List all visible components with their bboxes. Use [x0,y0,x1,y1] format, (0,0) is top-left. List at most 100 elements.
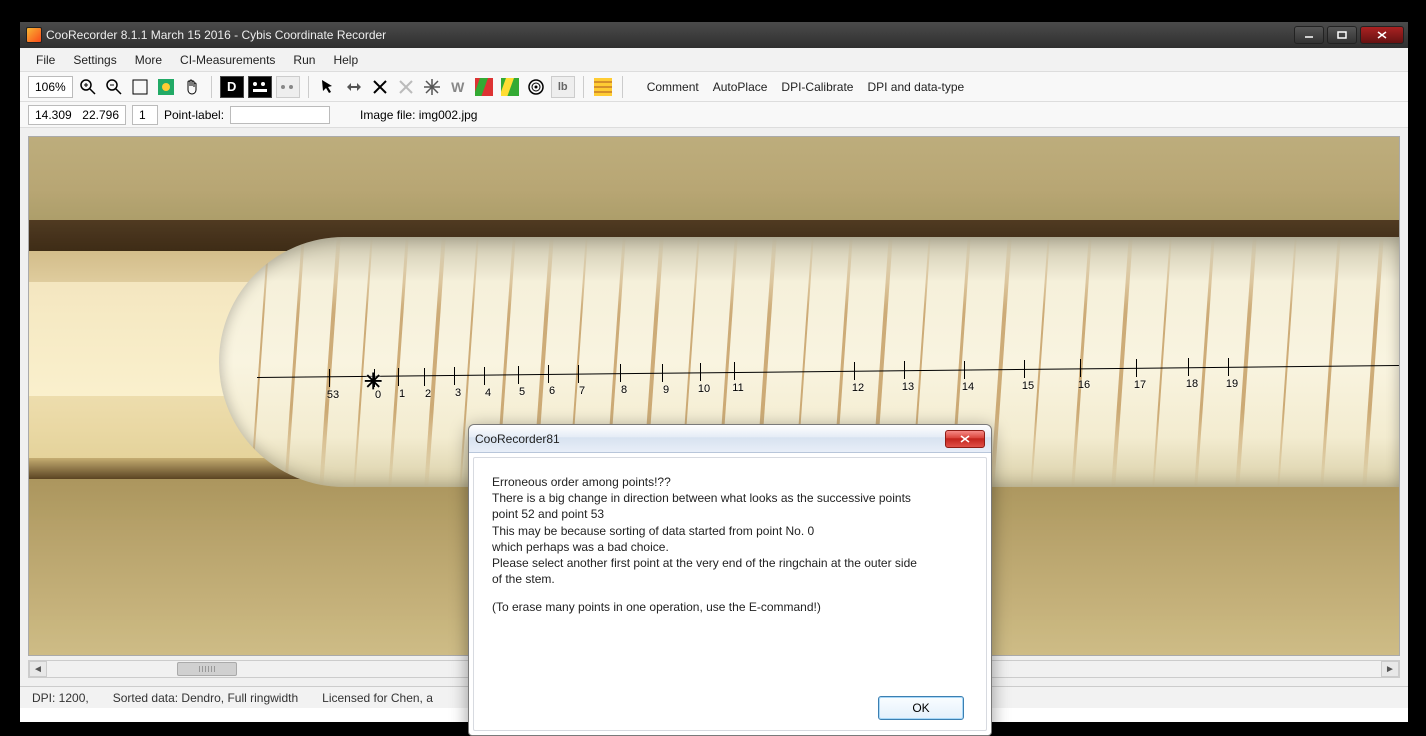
tick-label: 3 [455,387,461,399]
menu-help[interactable]: Help [333,53,358,67]
tick-label: 11 [732,382,743,394]
coord-y: 22.796 [82,108,119,122]
image-file-label: Image file: img002.jpg [360,108,477,122]
dialog-title: CooRecorder81 [475,432,560,446]
tick-label: 15 [1022,380,1034,392]
delete-point-grey-icon[interactable] [395,76,417,98]
tick [548,365,549,383]
target-icon[interactable] [525,76,547,98]
dialog-line: of the stem. [492,571,968,587]
tick-label: 18 [1186,378,1198,390]
point-number: 1 [132,105,158,125]
tick-label: 19 [1226,378,1238,390]
cmd-dpi-datatype[interactable]: DPI and data-type [867,80,964,94]
menubar: File Settings More CI-Measurements Run H… [20,48,1408,72]
stripe-yellow-icon[interactable] [499,76,521,98]
menu-settings[interactable]: Settings [73,53,116,67]
tick-label: 8 [621,384,627,396]
tick [964,361,965,379]
dialog-ok-button[interactable]: OK [878,696,964,720]
fit-window-icon[interactable] [129,76,151,98]
maximize-button[interactable] [1327,26,1357,44]
minimize-button[interactable] [1294,26,1324,44]
zoom-level[interactable]: 106% [28,76,73,98]
tick-label: 16 [1078,379,1090,391]
toolbar-text-commands: Comment AutoPlace DPI-Calibrate DPI and … [647,80,964,94]
tick [1024,360,1025,378]
cmd-comment[interactable]: Comment [647,80,699,94]
app-window: CooRecorder 8.1.1 March 15 2016 - Cybis … [20,22,1408,722]
tick-label: 12 [852,382,864,394]
dialog-line: (To erase many points in one operation, … [492,599,968,615]
zoom-out-icon[interactable] [103,76,125,98]
stripe-green-icon[interactable] [473,76,495,98]
tick [854,362,855,380]
delete-point-icon[interactable] [369,76,391,98]
status-license: Licensed for Chen, a [322,691,433,705]
menu-file[interactable]: File [36,53,55,67]
tick [734,362,735,380]
titlebar: CooRecorder 8.1.1 March 15 2016 - Cybis … [20,22,1408,48]
tick-label: 9 [663,384,669,396]
tick [329,369,330,387]
tick [454,367,455,385]
error-dialog: CooRecorder81 Erroneous order among poin… [468,424,992,736]
dialog-line: There is a big change in direction betwe… [492,490,968,506]
dialog-line: point 52 and point 53 [492,506,968,522]
w-tool-icon[interactable]: W [447,76,469,98]
dialog-body: Erroneous order among points!?? There is… [473,457,987,731]
hand-tool-icon[interactable] [181,76,203,98]
tick [620,364,621,382]
scroll-right-button[interactable]: ► [1381,661,1399,677]
tick [1080,359,1081,377]
color-tool-icon[interactable] [155,76,177,98]
image-file-name: img002.jpg [419,108,478,122]
close-button[interactable] [1360,26,1404,44]
tick [578,365,579,383]
tick [518,366,519,384]
tick-label: 1 [399,388,405,400]
scroll-left-button[interactable]: ◄ [29,661,47,677]
tick-label: 4 [485,387,491,399]
cmd-dpi-calibrate[interactable]: DPI-Calibrate [781,80,853,94]
cursor-icon[interactable] [317,76,339,98]
zoom-in-icon[interactable] [77,76,99,98]
tick [424,368,425,386]
dialog-line: which perhaps was a bad choice. [492,539,968,555]
tick-label: 53 [327,389,339,401]
tick-label: 10 [698,383,710,395]
lb-tool-icon[interactable]: lb [551,76,575,98]
menu-run[interactable]: Run [293,53,315,67]
d-mode-icon[interactable]: D [220,76,244,98]
dialog-titlebar[interactable]: CooRecorder81 [469,425,991,453]
cmd-autoplace[interactable]: AutoPlace [713,80,768,94]
coord-x: 14.309 [35,108,72,122]
info-bar: 14.309 22.796 1 Point-label: Image file:… [20,102,1408,128]
menu-ci-measurements[interactable]: CI-Measurements [180,53,275,67]
tick [398,368,399,386]
menu-more[interactable]: More [135,53,162,67]
scroll-thumb[interactable] [177,662,237,676]
dialog-line: This may be because sorting of data star… [492,523,968,539]
point-label-input[interactable] [230,106,330,124]
tick-label: 2 [425,388,431,400]
tick [904,361,905,379]
tick-label: 17 [1134,379,1146,391]
grid-icon[interactable] [592,76,614,98]
tick-label: 0 [375,389,381,401]
tick [484,367,485,385]
coord-readout: 14.309 22.796 [28,105,126,125]
tick-label: 6 [549,385,555,397]
move-horiz-icon[interactable] [343,76,365,98]
star-icon[interactable] [421,76,443,98]
tick [1228,358,1229,376]
tick-label: 13 [902,381,914,393]
point-label-label: Point-label: [164,108,224,122]
tick [374,369,375,387]
tick [1188,358,1189,376]
points-mode-icon[interactable] [248,76,272,98]
grey-mode-icon[interactable] [276,76,300,98]
toolbar: 106% D [20,72,1408,102]
tick [662,364,663,382]
dialog-close-button[interactable] [945,430,985,448]
